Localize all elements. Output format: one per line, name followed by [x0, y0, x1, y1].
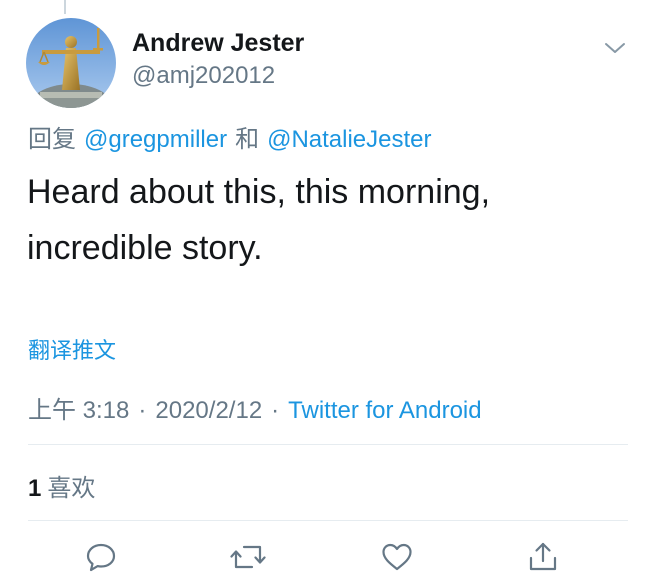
replying-to: 回复 @gregpmiller 和 @NatalieJester: [28, 119, 432, 154]
author-handle[interactable]: @amj202012: [132, 62, 275, 90]
tweet-text: Heard about this, this morning, incredib…: [27, 173, 491, 267]
retweet-icon: [230, 545, 266, 569]
reply-icon: [86, 543, 116, 572]
likes-count: 1: [28, 475, 42, 502]
meta-separator: ·: [138, 397, 147, 424]
replying-to-prefix: 回复: [28, 126, 76, 153]
share-icon: [529, 542, 557, 571]
tweet-time: 上午 3:18: [28, 397, 130, 424]
retweet-button[interactable]: [228, 537, 268, 577]
avatar[interactable]: [26, 18, 116, 108]
tweet-source-link[interactable]: Twitter for Android: [288, 397, 481, 424]
mention-link-gregpmiller[interactable]: @gregpmiller: [84, 126, 227, 153]
like-icon: [382, 543, 412, 571]
thread-connector-line: [64, 0, 66, 14]
avatar-justice-statue-image: [26, 18, 116, 108]
divider: [28, 520, 628, 521]
author-display-name[interactable]: Andrew Jester: [132, 29, 304, 58]
tweet-metadata: 上午 3:18 · 2020/2/12 · Twitter for Android: [28, 390, 482, 425]
tweet-date: 2020/2/12: [155, 397, 263, 424]
replying-to-conjunction: 和: [235, 126, 260, 153]
share-button[interactable]: [523, 537, 563, 577]
mention-link-nataliejester[interactable]: @NatalieJester: [267, 126, 431, 153]
likes-summary[interactable]: 1 喜欢: [28, 468, 95, 503]
reply-button[interactable]: [81, 537, 121, 577]
meta-separator: ·: [271, 397, 280, 424]
like-button[interactable]: [377, 537, 417, 577]
chevron-down-icon[interactable]: [602, 38, 628, 58]
divider: [28, 444, 628, 445]
likes-label: 喜欢: [47, 475, 96, 502]
translate-tweet-link[interactable]: 翻译推文: [28, 333, 116, 365]
